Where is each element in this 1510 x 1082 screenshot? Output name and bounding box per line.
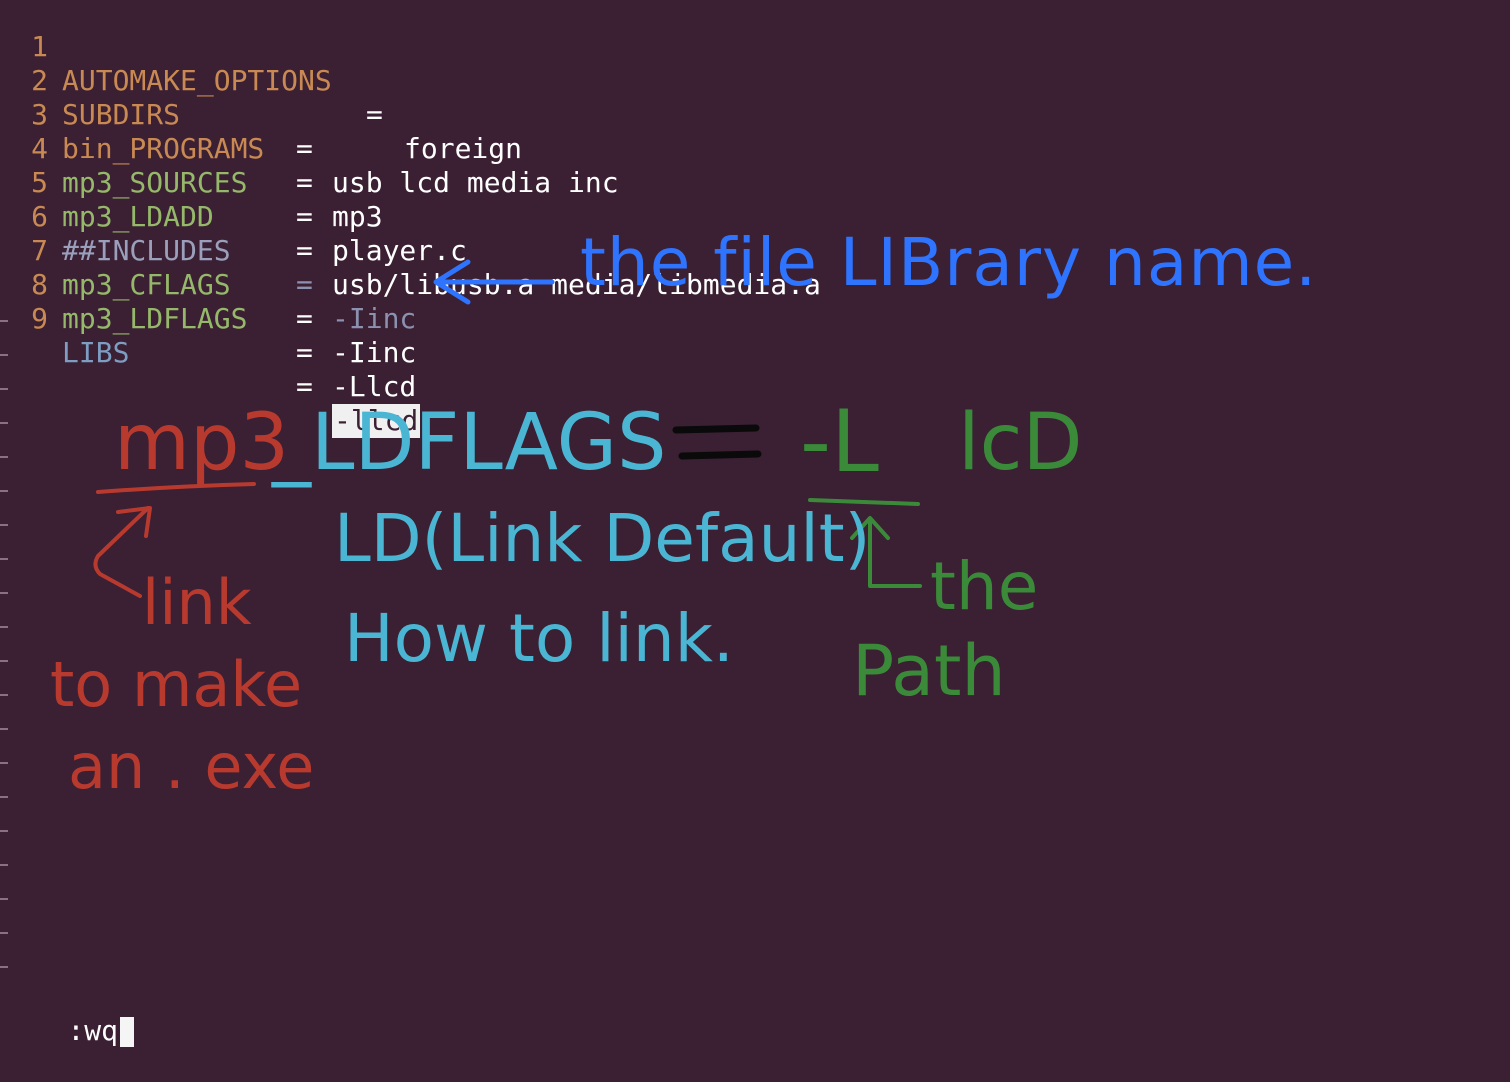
empty-line-tilde: [0, 456, 8, 458]
cyan-annotation-how: How to link.: [344, 600, 734, 677]
line-number: 9: [31, 302, 48, 335]
assign-operator: =: [296, 234, 313, 267]
green-annotation-path: Path: [852, 630, 1006, 712]
empty-line-tilde: [0, 694, 8, 696]
variable-value: foreign: [404, 132, 523, 165]
variable-value: player.c: [332, 234, 467, 267]
variable-name: mp3_CFLAGS: [62, 268, 231, 301]
editor-line-5[interactable]: 5 mp3_LDADD = usb/libusb.a media/libmedi…: [0, 132, 821, 301]
cyan-annotation-ld: LD(Link Default): [334, 500, 871, 577]
assign-operator: =: [296, 268, 313, 301]
empty-line-tilde: [0, 422, 8, 424]
empty-line-tilde: [0, 932, 8, 934]
editor-line-2[interactable]: 2 SUBDIRS = usb lcd media inc: [0, 30, 618, 199]
red-annotation-link: link: [142, 566, 252, 639]
formula-lcd: lcD: [958, 398, 1083, 488]
editor-line-1[interactable]: 1 AUTOMAKE_OPTIONS = foreign: [0, 0, 522, 165]
variable-value: -Iinc: [332, 302, 417, 335]
editor-line-6[interactable]: 6 ##INCLUDES = -Iinc: [0, 166, 416, 335]
assign-operator: =: [366, 98, 383, 131]
variable-name: mp3_LDFLAGS: [62, 302, 248, 335]
blue-annotation: the file LIBrary name.: [580, 224, 1318, 301]
command-line[interactable]: :wq: [0, 980, 135, 1047]
text-cursor: [120, 1017, 135, 1047]
variable-name: LIBS: [62, 336, 130, 369]
command-text: :wq: [67, 1014, 119, 1047]
empty-line-tilde: [0, 864, 8, 866]
editor-line-4[interactable]: 4 mp3_SOURCES = player.c: [0, 98, 467, 267]
empty-line-tilde: [0, 320, 8, 322]
editor-line-3[interactable]: 3 bin_PROGRAMS = mp3: [0, 64, 382, 233]
red-annotation-exe: an . exe: [68, 730, 315, 803]
formula-dash-l: -L: [800, 392, 879, 492]
empty-line-tilde: [0, 796, 8, 798]
empty-line-tilde: [0, 728, 8, 730]
variable-name: AUTOMAKE_OPTIONS: [62, 64, 332, 97]
assign-operator: =: [296, 302, 313, 335]
empty-line-tilde: [0, 966, 8, 968]
variable-name: bin_PROGRAMS: [62, 132, 265, 165]
assign-operator: =: [296, 336, 313, 369]
variable-name: mp3_SOURCES: [62, 166, 248, 199]
assign-operator: =: [296, 132, 313, 165]
variable-value: -Iinc: [332, 336, 417, 369]
green-annotation-the: the: [930, 548, 1039, 625]
empty-line-tilde: [0, 354, 8, 356]
variable-name: mp3_LDADD: [62, 200, 214, 233]
empty-line-tilde: [0, 762, 8, 764]
editor-line-7[interactable]: 7 mp3_CFLAGS = -Iinc: [0, 200, 416, 369]
assign-operator: =: [296, 166, 313, 199]
empty-line-tilde: [0, 830, 8, 832]
formula-mp3: mp3: [114, 398, 290, 488]
variable-value: usb lcd media inc: [332, 166, 619, 199]
empty-line-tilde: [0, 592, 8, 594]
comment-text: ##INCLUDES: [62, 234, 231, 267]
assign-operator: =: [296, 200, 313, 233]
empty-line-tilde: [0, 558, 8, 560]
variable-value: mp3: [332, 200, 383, 233]
empty-line-tilde: [0, 898, 8, 900]
editor-line-8[interactable]: 8 mp3_LDFLAGS = -Llcd: [0, 234, 416, 403]
empty-line-tilde: [0, 660, 8, 662]
empty-line-tilde: [0, 388, 8, 390]
empty-line-tilde: [0, 524, 8, 526]
variable-name: SUBDIRS: [62, 98, 181, 131]
empty-line-tilde: [0, 626, 8, 628]
empty-line-tilde: [0, 490, 8, 492]
editor-line-9[interactable]: 9 LIBS = -llcd: [0, 268, 421, 438]
formula-ldflags: _LDFLAGS: [272, 398, 667, 488]
red-annotation-make: to make: [50, 648, 303, 721]
